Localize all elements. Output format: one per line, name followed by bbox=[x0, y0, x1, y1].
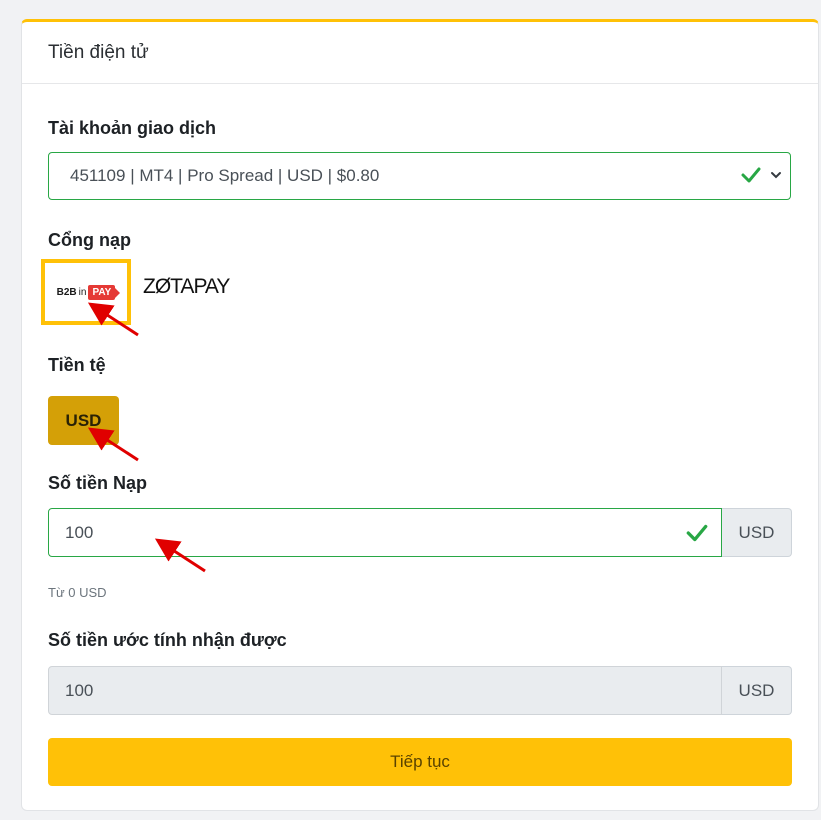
deposit-amount-label: Số tiền Nạp bbox=[48, 473, 148, 493]
chevron-down-icon bbox=[771, 172, 781, 179]
currency-usd-button[interactable]: USD bbox=[48, 396, 119, 445]
deposit-amount-value: 100 bbox=[65, 522, 94, 542]
continue-button[interactable]: Tiếp tục bbox=[48, 738, 792, 786]
estimate-amount-value: 100 bbox=[65, 680, 94, 700]
currency-label: Tiền tệ bbox=[48, 355, 106, 375]
estimate-group: 100 USD bbox=[48, 666, 792, 715]
card-title: Tiền điện tử bbox=[22, 22, 818, 84]
account-select-value: 451109 | MT4 | Pro Spread | USD | $0.80 bbox=[70, 166, 380, 185]
gateway-b2binpay[interactable]: B2B in PAY bbox=[41, 259, 131, 325]
check-icon bbox=[686, 524, 708, 542]
deposit-amount-group: 100 USD bbox=[48, 508, 792, 557]
estimate-label: Số tiền ước tính nhận được bbox=[48, 630, 287, 650]
deposit-amount-input[interactable]: 100 bbox=[48, 508, 722, 557]
deposit-currency-addon: USD bbox=[722, 508, 792, 557]
b2binpay-logo-b2b: B2B bbox=[56, 286, 77, 298]
estimate-amount-field: 100 bbox=[48, 666, 722, 715]
account-label: Tài khoản giao dịch bbox=[48, 118, 217, 138]
crypto-deposit-card: Tiền điện tử Tài khoản giao dịch 451109 … bbox=[21, 19, 819, 811]
b2binpay-logo-pay: PAY bbox=[88, 284, 121, 300]
b2binpay-logo-in: in bbox=[78, 286, 87, 298]
gateway-label: Cổng nạp bbox=[48, 230, 131, 250]
check-icon bbox=[741, 167, 761, 183]
estimate-currency-addon: USD bbox=[722, 666, 792, 715]
account-select[interactable]: 451109 | MT4 | Pro Spread | USD | $0.80 bbox=[48, 152, 791, 200]
deposit-min-hint: Từ 0 USD bbox=[48, 585, 107, 600]
gateway-zotapay[interactable]: ZØTAPAY bbox=[143, 275, 230, 299]
